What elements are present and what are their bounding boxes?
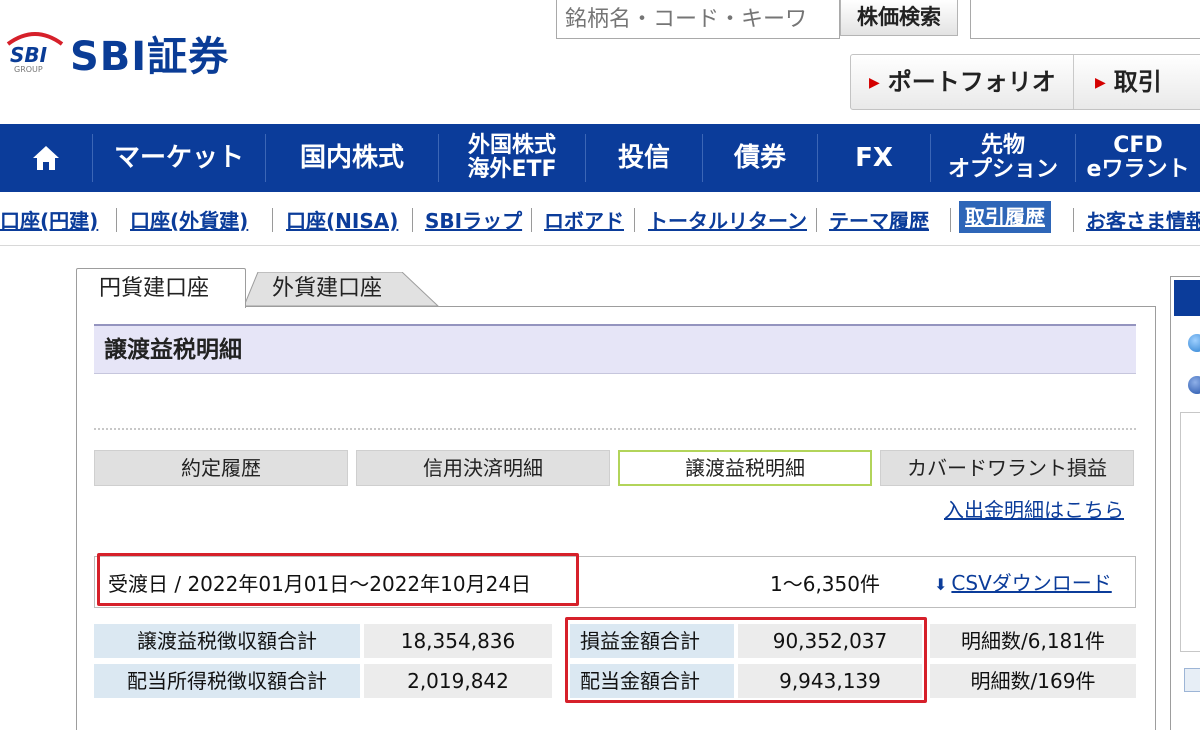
portfolio-button[interactable]: ▶ ポートフォリオ xyxy=(869,55,1056,109)
nav-market[interactable]: マーケット xyxy=(93,124,265,192)
sbi-logo[interactable]: SBI GROUP SBI証券 xyxy=(6,24,276,84)
nav-label: 投信 xyxy=(617,142,670,173)
deposit-withdrawal-link[interactable]: 入出金明細はこちら xyxy=(944,494,1124,523)
nav-domestic-stocks[interactable]: 国内株式 xyxy=(266,124,438,192)
divider xyxy=(816,208,817,232)
divider xyxy=(634,208,635,232)
stock-search-button[interactable]: 株価検索 xyxy=(840,0,958,36)
tab-foreign-account[interactable]: 外貨建口座 xyxy=(244,272,440,306)
nav-label: CFD xyxy=(1113,133,1163,158)
sidebar-bullet-icon[interactable] xyxy=(1188,334,1200,352)
quick-links: ▶ ポートフォリオ ▶ 取引 xyxy=(850,54,1200,110)
divider xyxy=(412,208,413,232)
divider xyxy=(531,208,532,232)
nav-label: マーケット xyxy=(113,142,244,173)
stock-search-input[interactable] xyxy=(556,0,840,39)
sidebar-box xyxy=(1180,412,1200,652)
divider xyxy=(116,208,117,232)
sidebar-chip[interactable] xyxy=(1184,668,1200,692)
divider xyxy=(1073,208,1074,232)
result-count: 1～6,350件 xyxy=(770,572,880,596)
tab-covered-warrant-pl[interactable]: カバードワラント損益 xyxy=(880,450,1134,486)
dividend-detail-count: 明細数/169件 xyxy=(930,664,1136,698)
nav-foreign-stocks[interactable]: 外国株式 海外ETF xyxy=(439,124,585,192)
nav-label: 海外ETF xyxy=(467,157,557,182)
subnav-sbi-wrap[interactable]: SBIラップ xyxy=(425,205,522,234)
subnav-foreign-account[interactable]: 口座(外貨建) xyxy=(130,205,248,234)
csv-download-link[interactable]: ⬇ CSVダウンロード xyxy=(934,567,1112,596)
main-nav: マーケット 国内株式 外国株式 海外ETF 投信 債券 FX 先物 オプション CF… xyxy=(0,124,1200,192)
pl-detail-count: 明細数/6,181件 xyxy=(930,624,1136,658)
subnav-customer-info[interactable]: お客さま情報 xyxy=(1086,205,1200,234)
trade-button-label: 取引 xyxy=(1113,68,1162,96)
trade-button[interactable]: ▶ 取引 xyxy=(1095,55,1162,109)
nav-bonds[interactable]: 債券 xyxy=(703,124,817,192)
svg-text:GROUP: GROUP xyxy=(14,65,43,74)
tab-foreign-account-label: 外貨建口座 xyxy=(272,276,383,301)
triangle-right-icon: ▶ xyxy=(1095,75,1106,91)
subnav-trade-history[interactable]: 取引履歴 xyxy=(959,201,1051,233)
date-range-highlight xyxy=(97,553,579,606)
divider xyxy=(950,208,951,232)
download-arrow-icon: ⬇ xyxy=(934,575,948,594)
amount-highlight xyxy=(565,617,927,703)
tab-margin-settlement[interactable]: 信用決済明細 xyxy=(356,450,610,486)
nav-label: 外国株式 xyxy=(467,133,556,158)
tab-yen-account[interactable]: 円貨建口座 xyxy=(76,268,246,308)
nav-home[interactable] xyxy=(0,124,92,192)
svg-text:SBI: SBI xyxy=(10,43,48,67)
sidebar-header xyxy=(1174,280,1200,316)
logo-wordmark: SBI証券 xyxy=(70,34,230,80)
tab-execution-history[interactable]: 約定履歴 xyxy=(94,450,348,486)
page-title: 譲渡益税明細 xyxy=(94,324,1136,374)
nav-investment-trust[interactable]: 投信 xyxy=(586,124,702,192)
nav-label: 先物 xyxy=(980,133,1025,158)
nav-label: 国内株式 xyxy=(299,142,404,173)
dividend-tax-total-value: 2,019,842 xyxy=(364,664,552,698)
tax-total-label: 譲渡益税徴収額合計 xyxy=(94,624,360,658)
search-extra-field[interactable] xyxy=(970,0,1200,39)
divider xyxy=(1073,55,1074,109)
divider xyxy=(272,208,273,232)
nav-fx[interactable]: FX xyxy=(818,124,930,192)
subnav-robo-advisor[interactable]: ロボアド xyxy=(544,205,624,234)
account-sub-nav: 口座(円建) 口座(外貨建) 口座(NISA) SBIラップ ロボアド トータル… xyxy=(0,192,1200,246)
subnav-yen-account[interactable]: 口座(円建) xyxy=(0,205,98,234)
tax-total-value: 18,354,836 xyxy=(364,624,552,658)
nav-futures-options[interactable]: 先物 オプション xyxy=(931,124,1075,192)
subnav-theme-history[interactable]: テーマ履歴 xyxy=(829,205,929,234)
nav-label: 債券 xyxy=(733,142,786,173)
nav-cfd-ewarrant[interactable]: CFD eワラント xyxy=(1076,124,1200,192)
nav-label: eワラント xyxy=(1086,157,1190,182)
subnav-total-return[interactable]: トータルリターン xyxy=(648,205,807,234)
triangle-right-icon: ▶ xyxy=(869,75,880,91)
subnav-nisa-account[interactable]: 口座(NISA) xyxy=(286,205,398,234)
home-icon xyxy=(33,146,59,170)
dividend-tax-total-label: 配当所得税徴収額合計 xyxy=(94,664,360,698)
sbi-logo-mark-icon: SBI GROUP xyxy=(6,32,64,74)
nav-label: オプション xyxy=(947,157,1058,182)
nav-label: FX xyxy=(855,142,893,173)
csv-download-label: CSVダウンロード xyxy=(951,571,1112,595)
portfolio-button-label: ポートフォリオ xyxy=(887,68,1056,96)
sidebar-bullet-icon[interactable] xyxy=(1188,376,1200,394)
divider xyxy=(94,428,1136,430)
tab-capital-gains-tax[interactable]: 譲渡益税明細 xyxy=(618,450,872,486)
